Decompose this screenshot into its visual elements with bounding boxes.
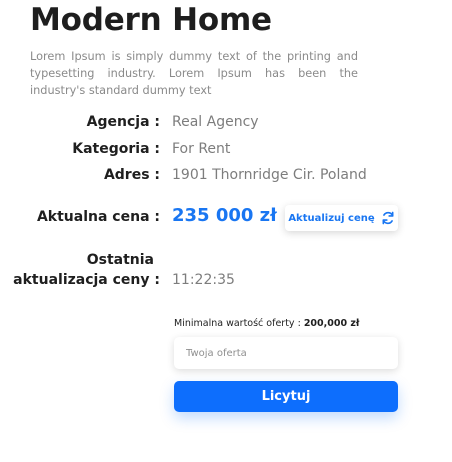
price-label: Aktualna cena : [36,209,160,225]
description: Lorem Ipsum is simply dummy text of the … [30,50,358,97]
last-update-label-line2: aktualizacja ceny : [13,272,160,288]
refresh-price-label: Aktualizuj cenę [288,212,375,224]
bid-button[interactable]: Licytuj [174,381,398,412]
address-label: Adres : [103,167,160,183]
agency-label: Agencja : [86,114,160,130]
last-update-value: 11:22:35 [172,272,235,288]
category-label: Kategoria : [72,141,160,157]
category-value: For Rent [172,141,231,157]
last-update-label-line1: Ostatnia [86,252,154,268]
agency-value: Real Agency [172,114,259,130]
page-title: Modern Home [30,2,272,38]
min-offer-label: Minimalna wartość oferty : [174,318,301,329]
address-value: 1901 Thornridge Cir. Poland [172,167,367,183]
min-offer-value: 200,000 zł [303,318,360,329]
refresh-icon [381,211,395,225]
offer-input[interactable] [174,337,398,369]
min-offer-text: Minimalna wartość oferty : 200,000 zł [174,318,359,329]
price-value: 235 000 zł [172,205,277,226]
refresh-price-button[interactable]: Aktualizuj cenę [285,205,398,231]
